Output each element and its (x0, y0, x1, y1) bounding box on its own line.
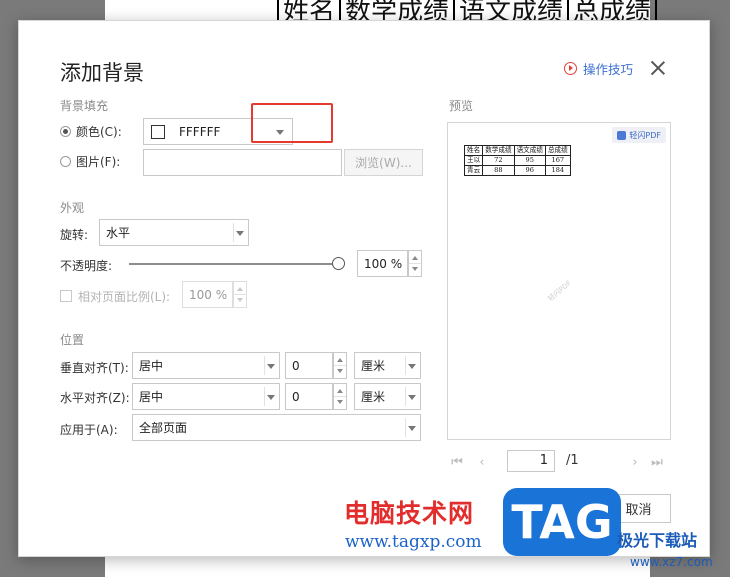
arrow-down-icon (337, 369, 343, 373)
page-number-input[interactable]: 1 (507, 450, 555, 472)
first-page-icon[interactable]: ⏮ (451, 456, 463, 469)
app-logo-icon (617, 130, 627, 140)
site-watermark-url: www.tagxp.com (345, 532, 482, 552)
picture-path-input[interactable] (143, 149, 342, 176)
appearance-section-title: 外观 (60, 201, 85, 215)
color-swatch (151, 124, 165, 139)
color-label: 颜色(C): (76, 125, 122, 139)
preview-watermark: 轻闪PDF (546, 279, 573, 303)
fill-section-title: 背景填充 (60, 99, 109, 113)
vertical-unit-dropdown[interactable]: 厘米 (354, 352, 421, 379)
dialog-title: 添加背景 (60, 61, 144, 85)
relative-scale-value: 100 % (189, 287, 228, 302)
preview-panel: 轻闪PDF 姓名 数学成绩 语文成绩 总成绩 王以 72 95 167 青云 8… (447, 122, 671, 440)
site-watermark-domain: www.xz7.com (630, 555, 713, 569)
vertical-offset-value: 0 (292, 358, 300, 373)
horizontal-offset-value: 0 (292, 389, 300, 404)
vertical-offset-stepper[interactable] (333, 352, 347, 379)
color-value: FFFFFF (179, 124, 221, 139)
page-total: /1 (566, 453, 579, 468)
vertical-align-dropdown[interactable]: 居中 (132, 352, 280, 379)
highlight-box (251, 103, 333, 143)
preview-section-title: 预览 (449, 99, 474, 113)
tips-label: 操作技巧 (583, 61, 634, 77)
horizontal-offset-input[interactable]: 0 (285, 383, 333, 410)
color-radio[interactable] (60, 126, 71, 137)
preview-badge: 轻闪PDF (612, 127, 666, 143)
opacity-stepper[interactable] (408, 250, 422, 277)
horizontal-offset-stepper[interactable] (333, 383, 347, 410)
horizontal-align-dropdown[interactable]: 居中 (132, 383, 280, 410)
arrow-down-icon (237, 298, 243, 302)
opacity-slider-handle[interactable] (332, 257, 345, 270)
arrow-up-icon (337, 389, 343, 393)
prev-page-icon[interactable]: ‹ (476, 456, 488, 469)
arrow-down-icon (412, 267, 418, 271)
last-page-icon[interactable]: ⏭ (651, 456, 663, 469)
picture-radio[interactable] (60, 156, 71, 167)
opacity-value: 100 % (364, 256, 403, 271)
chevron-down-icon (408, 426, 416, 431)
site-watermark-title: 电脑技术网 (344, 499, 475, 528)
picture-label: 图片(F): (76, 155, 121, 169)
chevron-down-icon (408, 395, 416, 400)
arrow-up-icon (412, 256, 418, 260)
vertical-offset-input[interactable]: 0 (285, 352, 333, 379)
chevron-down-icon (408, 364, 416, 369)
chevron-down-icon (267, 395, 275, 400)
rotation-value: 水平 (106, 226, 131, 240)
close-button[interactable] (649, 59, 667, 77)
vertical-align-value: 居中 (139, 359, 164, 373)
vertical-align-label: 垂直对齐(T): (60, 361, 129, 375)
position-section-title: 位置 (60, 333, 85, 347)
arrow-down-icon (337, 400, 343, 404)
relative-scale-input[interactable]: 100 % (182, 281, 233, 308)
apply-to-value: 全部页面 (139, 421, 188, 435)
chevron-down-icon (236, 231, 244, 236)
relative-scale-checkbox[interactable] (60, 290, 72, 302)
relative-scale-label: 相对页面比例(L): (78, 290, 171, 304)
site-watermark-name: 极光下载站 (617, 531, 698, 550)
relative-scale-stepper[interactable] (233, 281, 247, 308)
horizontal-align-label: 水平对齐(Z): (60, 391, 130, 405)
play-circle-icon (564, 61, 577, 75)
apply-to-dropdown[interactable]: 全部页面 (132, 414, 421, 441)
arrow-up-icon (237, 287, 243, 291)
browse-button[interactable]: 浏览(W)... (344, 149, 423, 176)
tag-logo: TAG (503, 488, 621, 556)
preview-table: 姓名 数学成绩 语文成绩 总成绩 王以 72 95 167 青云 88 96 1… (463, 145, 571, 176)
opacity-label: 不透明度: (60, 259, 113, 273)
add-background-dialog: 添加背景 操作技巧 背景填充 颜色(C): FFFFFF 图片(F): 浏览(W… (18, 20, 710, 557)
rotation-label: 旋转: (60, 228, 89, 242)
tips-link[interactable]: 操作技巧 (564, 59, 633, 77)
chevron-down-icon (267, 364, 275, 369)
arrow-up-icon (337, 358, 343, 362)
horizontal-align-value: 居中 (139, 390, 164, 404)
next-page-icon[interactable]: › (629, 456, 641, 469)
apply-to-label: 应用于(A): (60, 423, 118, 437)
opacity-input[interactable]: 100 % (357, 250, 408, 277)
horizontal-unit-dropdown[interactable]: 厘米 (354, 383, 421, 410)
rotation-dropdown[interactable]: 水平 (99, 219, 249, 246)
opacity-slider-track[interactable] (129, 263, 344, 265)
